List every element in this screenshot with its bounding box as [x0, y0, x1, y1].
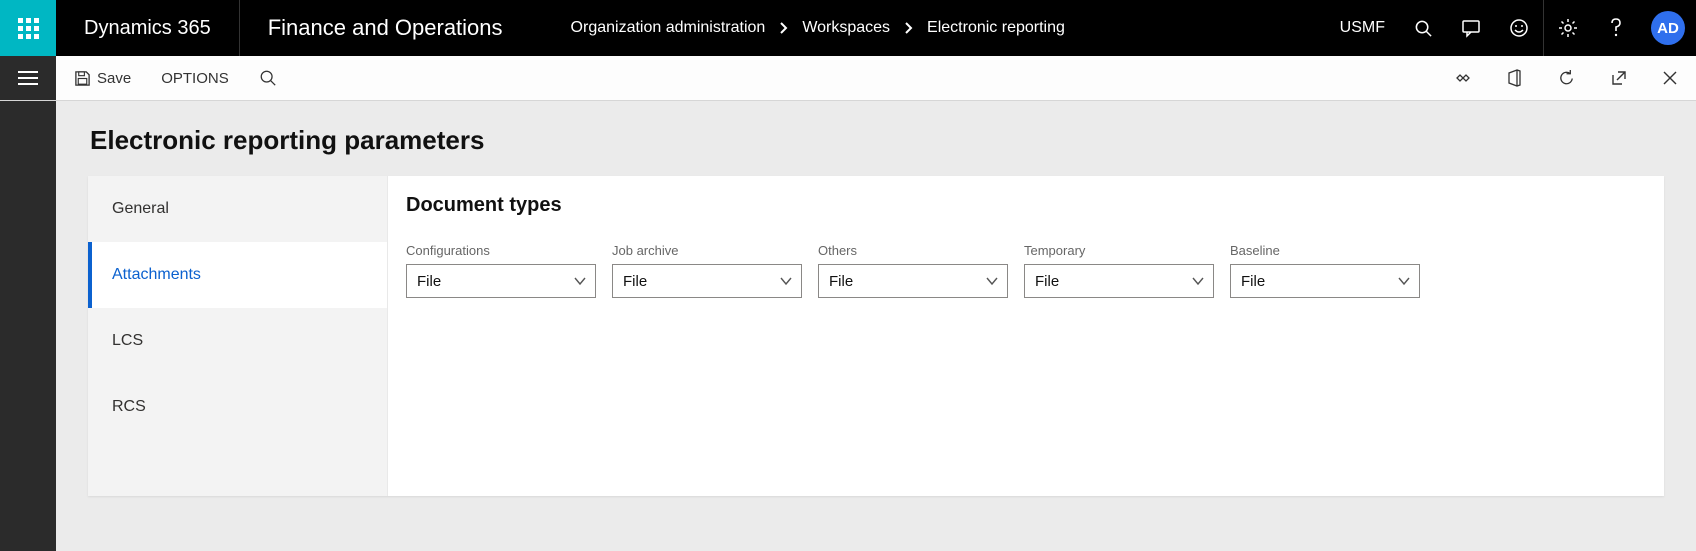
save-button-label: Save: [97, 70, 131, 87]
hamburger-icon: [18, 67, 38, 89]
chevron-right-icon: [904, 22, 913, 34]
field-job-archive: Job archive File: [612, 243, 802, 298]
field-others: Others File: [818, 243, 1008, 298]
refresh-icon: [1557, 69, 1576, 88]
office-button[interactable]: [1502, 65, 1527, 91]
tab-list: General Attachments LCS RCS: [88, 176, 388, 496]
select-value: File: [1035, 273, 1059, 290]
pin-icon: [1454, 72, 1472, 84]
nav-toggle-button[interactable]: [0, 56, 56, 100]
baseline-select[interactable]: File: [1230, 264, 1420, 298]
search-button[interactable]: [1399, 0, 1447, 56]
field-label: Others: [818, 243, 1008, 258]
popout-icon: [1610, 69, 1628, 87]
messages-button[interactable]: [1447, 0, 1495, 56]
popout-button[interactable]: [1606, 65, 1632, 91]
chevron-down-icon: [1191, 276, 1205, 286]
chevron-down-icon: [1397, 276, 1411, 286]
save-icon: [74, 70, 91, 87]
avatar-initials: AD: [1651, 11, 1685, 45]
field-label: Configurations: [406, 243, 596, 258]
chevron-down-icon: [985, 276, 999, 286]
temporary-select[interactable]: File: [1024, 264, 1214, 298]
breadcrumb-item[interactable]: Organization administration: [571, 19, 766, 37]
company-picker[interactable]: USMF: [1326, 0, 1399, 56]
smiley-icon: [1509, 18, 1529, 38]
module-title[interactable]: Finance and Operations: [240, 0, 531, 56]
feedback-button[interactable]: [1495, 0, 1543, 56]
app-launcher-button[interactable]: [0, 0, 56, 56]
breadcrumb-item[interactable]: Workspaces: [802, 19, 890, 37]
chevron-down-icon: [573, 276, 587, 286]
top-nav-right: USMF AD: [1326, 0, 1696, 56]
message-icon: [1461, 18, 1481, 38]
job-archive-select[interactable]: File: [612, 264, 802, 298]
search-icon: [1414, 19, 1433, 38]
options-button-label: OPTIONS: [161, 70, 229, 87]
close-icon: [1662, 70, 1678, 86]
options-button[interactable]: OPTIONS: [157, 66, 233, 91]
section-title: Document types: [406, 194, 1646, 217]
field-temporary: Temporary File: [1024, 243, 1214, 298]
waffle-icon: [18, 18, 39, 39]
tab-general[interactable]: General: [88, 176, 387, 242]
field-configurations: Configurations File: [406, 243, 596, 298]
action-bar: Save OPTIONS: [56, 56, 1696, 100]
content-area: Electronic reporting parameters General …: [56, 101, 1696, 551]
help-button[interactable]: [1592, 0, 1640, 56]
chevron-right-icon: [779, 22, 788, 34]
parameters-panel: General Attachments LCS RCS Document typ…: [88, 176, 1664, 496]
others-select[interactable]: File: [818, 264, 1008, 298]
left-rail: [0, 101, 56, 551]
brand-link[interactable]: Dynamics 365: [56, 0, 240, 56]
field-label: Baseline: [1230, 243, 1420, 258]
top-nav: Dynamics 365 Finance and Operations Orga…: [0, 0, 1696, 56]
tab-lcs[interactable]: LCS: [88, 308, 387, 374]
document-type-fields: Configurations File Job archive File: [406, 243, 1646, 298]
action-bar-right: [1450, 65, 1682, 92]
select-value: File: [623, 273, 647, 290]
save-button[interactable]: Save: [70, 66, 135, 91]
pin-button[interactable]: [1450, 68, 1476, 88]
office-icon: [1506, 69, 1523, 87]
field-label: Temporary: [1024, 243, 1214, 258]
select-value: File: [829, 273, 853, 290]
user-avatar[interactable]: AD: [1640, 0, 1696, 56]
configurations-select[interactable]: File: [406, 264, 596, 298]
refresh-button[interactable]: [1553, 65, 1580, 92]
field-label: Job archive: [612, 243, 802, 258]
breadcrumb-item[interactable]: Electronic reporting: [927, 19, 1065, 37]
select-value: File: [1241, 273, 1265, 290]
settings-button[interactable]: [1544, 0, 1592, 56]
content-row: Electronic reporting parameters General …: [0, 101, 1696, 551]
tab-attachments[interactable]: Attachments: [88, 242, 387, 308]
page-title: Electronic reporting parameters: [88, 101, 1664, 176]
chevron-down-icon: [779, 276, 793, 286]
action-row: Save OPTIONS: [0, 56, 1696, 101]
field-baseline: Baseline File: [1230, 243, 1420, 298]
select-value: File: [417, 273, 441, 290]
close-button[interactable]: [1658, 66, 1682, 90]
help-icon: [1609, 18, 1623, 38]
breadcrumb: Organization administration Workspaces E…: [571, 0, 1065, 56]
search-icon: [259, 69, 277, 87]
action-search-button[interactable]: [255, 65, 281, 91]
gear-icon: [1558, 18, 1578, 38]
tab-rcs[interactable]: RCS: [88, 374, 387, 440]
tab-panel-attachments: Document types Configurations File Job a…: [388, 176, 1664, 496]
